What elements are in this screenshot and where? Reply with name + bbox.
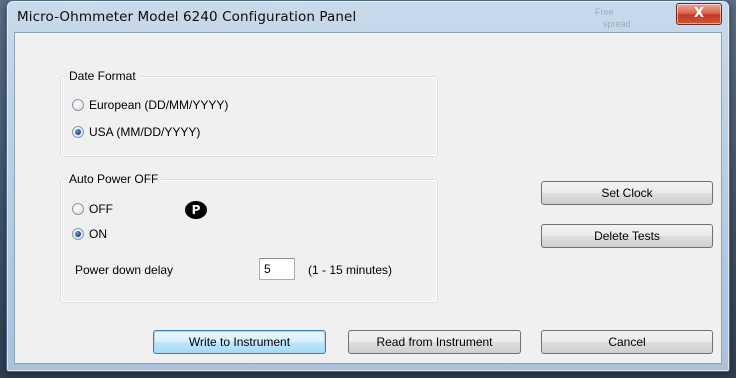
- radio-on[interactable]: ON: [72, 227, 107, 241]
- close-button[interactable]: X: [676, 3, 722, 25]
- radio-button-checked[interactable]: [72, 126, 84, 138]
- radio-off[interactable]: OFF: [72, 202, 113, 216]
- delete-tests-button[interactable]: Delete Tests: [541, 224, 713, 248]
- auto-power-legend: Auto Power OFF: [66, 172, 162, 186]
- radio-usa[interactable]: USA (MM/DD/YYYY): [72, 125, 200, 139]
- radio-label: European (DD/MM/YYYY): [89, 98, 229, 112]
- radio-label: ON: [89, 227, 107, 241]
- background-ghost-text: Free: [595, 7, 614, 17]
- read-from-instrument-button[interactable]: Read from Instrument: [348, 330, 521, 354]
- p-icon: P: [185, 201, 207, 219]
- cancel-button[interactable]: Cancel: [541, 330, 713, 354]
- date-format-group: Date Format European (DD/MM/YYYY) USA (M…: [60, 69, 438, 157]
- radio-button[interactable]: [72, 203, 84, 215]
- radio-label: OFF: [89, 202, 113, 216]
- radio-button[interactable]: [72, 99, 84, 111]
- background-ghost-text: spread: [603, 19, 631, 29]
- window-title: Micro-Ohmmeter Model 6240 Configuration …: [17, 9, 357, 25]
- write-to-instrument-button[interactable]: Write to Instrument: [153, 330, 326, 354]
- title-bar[interactable]: Micro-Ohmmeter Model 6240 Configuration …: [7, 1, 729, 33]
- power-down-delay-label: Power down delay: [75, 263, 174, 277]
- radio-label: USA (MM/DD/YYYY): [89, 125, 201, 139]
- close-icon: X: [693, 6, 705, 21]
- dialog-body: Date Format European (DD/MM/YYYY) USA (M…: [14, 32, 722, 364]
- radio-european[interactable]: European (DD/MM/YYYY): [72, 98, 228, 112]
- delay-range-hint: (1 - 15 minutes): [308, 263, 393, 277]
- date-format-legend: Date Format: [66, 69, 139, 83]
- power-down-delay-input[interactable]: [259, 258, 295, 280]
- config-dialog: Micro-Ohmmeter Model 6240 Configuration …: [6, 0, 730, 372]
- set-clock-button[interactable]: Set Clock: [541, 181, 713, 205]
- radio-button-checked[interactable]: [72, 228, 84, 240]
- auto-power-group: Auto Power OFF OFF P ON Power down delay…: [60, 172, 438, 303]
